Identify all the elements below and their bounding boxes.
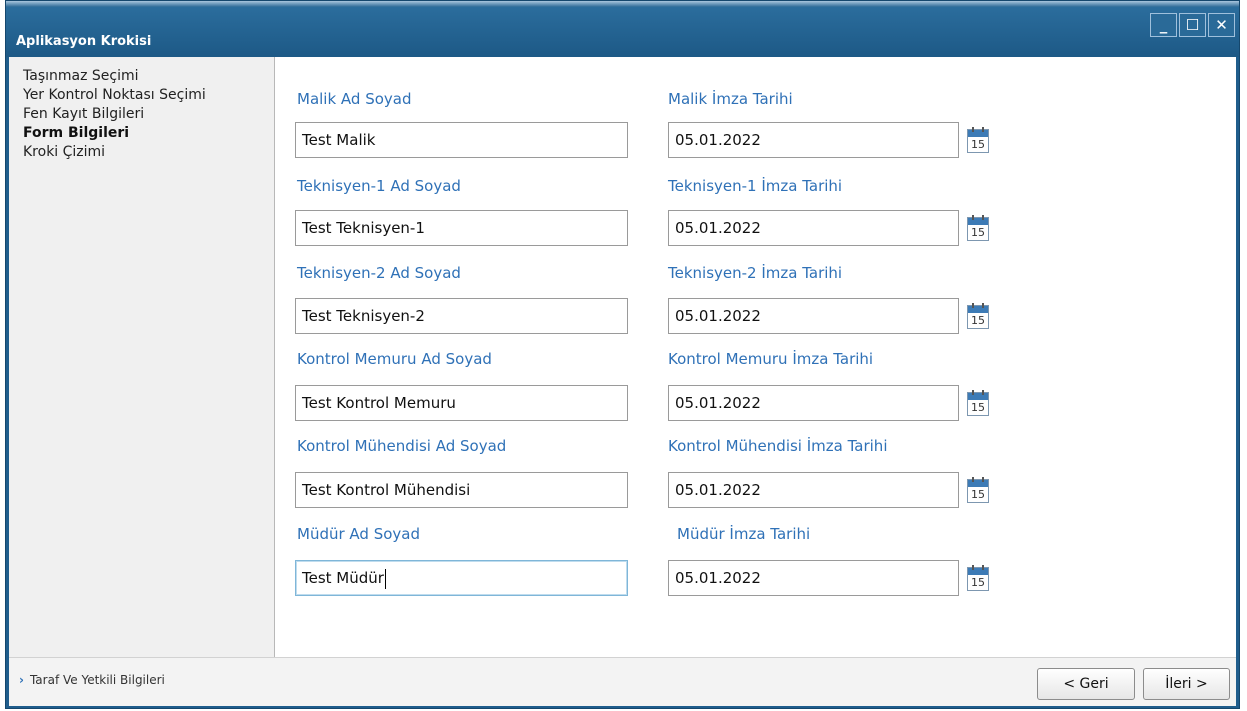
sidebar-item-yer-kontrol-noktasi-secimi[interactable]: Yer Kontrol Noktası Seçimi [9, 86, 274, 105]
footer-link-label: Taraf Ve Yetkili Bilgileri [29, 673, 165, 687]
malik-name-label: Malik Ad Soyad [297, 90, 412, 108]
calendar-icon-number: 15 [971, 138, 985, 151]
back-button[interactable]: < Geri [1037, 668, 1135, 700]
minimize-button[interactable]: _ [1150, 13, 1177, 37]
close-button[interactable]: ✕ [1208, 13, 1235, 37]
taraf-ve-yetkili-bilgileri-link[interactable]: › Taraf Ve Yetkili Bilgileri [19, 673, 165, 687]
dialog-body: Taşınmaz Seçimi Yer Kontrol Noktası Seçi… [9, 57, 1236, 657]
calendar-icon[interactable]: 15 [967, 303, 989, 329]
dialog-footer: › Taraf Ve Yetkili Bilgileri < Geri İleri… [9, 657, 1236, 706]
calendar-icon-number: 15 [971, 576, 985, 589]
calendar-icon[interactable]: 15 [967, 565, 989, 591]
malik-name-input[interactable]: Test Malik [295, 122, 628, 158]
teknisyen1-date-label: Teknisyen-1 İmza Tarihi [668, 177, 843, 195]
title-bar[interactable]: Aplikasyon Krokisi _ ☐ ✕ [6, 7, 1239, 57]
teknisyen2-date-label: Teknisyen-2 İmza Tarihi [668, 264, 843, 282]
calendar-icon[interactable]: 15 [967, 215, 989, 241]
teknisyen1-name-label: Teknisyen-1 Ad Soyad [297, 177, 461, 195]
kontrol-muhendisi-name-label: Kontrol Mühendisi Ad Soyad [297, 437, 507, 455]
malik-date-input[interactable]: 05.01.2022 [668, 122, 959, 158]
form-content: Malik Ad Soyad Test Malik Malik İmza Tar… [275, 57, 1236, 657]
kontrol-memuru-date-label: Kontrol Memuru İmza Tarihi [668, 350, 874, 368]
next-button[interactable]: İleri > [1143, 668, 1230, 700]
calendar-icon[interactable]: 15 [967, 390, 989, 416]
mudur-date-input[interactable]: 05.01.2022 [668, 560, 959, 596]
kontrol-memuru-date-input[interactable]: 05.01.2022 [668, 385, 959, 421]
teknisyen1-date-input[interactable]: 05.01.2022 [668, 210, 959, 246]
calendar-icon-number: 15 [971, 488, 985, 501]
calendar-icon-number: 15 [971, 401, 985, 414]
calendar-icon[interactable]: 15 [967, 477, 989, 503]
malik-date-label: Malik İmza Tarihi [668, 90, 793, 108]
mudur-date-label: Müdür İmza Tarihi [677, 525, 811, 543]
calendar-icon-number: 15 [971, 226, 985, 239]
mudur-name-label: Müdür Ad Soyad [297, 525, 420, 543]
text-caret [384, 568, 386, 589]
maximize-button[interactable]: ☐ [1179, 13, 1206, 37]
sidebar-item-form-bilgileri[interactable]: Form Bilgileri [9, 124, 274, 143]
dialog-window: Aplikasyon Krokisi _ ☐ ✕ Taşınmaz Seçimi… [5, 0, 1240, 709]
kontrol-muhendisi-name-input[interactable]: Test Kontrol Mühendisi [295, 472, 628, 508]
kontrol-memuru-name-input[interactable]: Test Kontrol Memuru [295, 385, 628, 421]
teknisyen1-name-input[interactable]: Test Teknisyen-1 [295, 210, 628, 246]
mudur-name-input[interactable]: Test Müdür [295, 560, 628, 596]
calendar-icon[interactable]: 15 [967, 127, 989, 153]
window-controls: _ ☐ ✕ [1150, 13, 1235, 37]
wizard-step-sidebar: Taşınmaz Seçimi Yer Kontrol Noktası Seçi… [9, 57, 275, 657]
teknisyen2-name-label: Teknisyen-2 Ad Soyad [297, 264, 461, 282]
sidebar-item-kroki-cizimi[interactable]: Kroki Çizimi [9, 143, 274, 162]
sidebar-item-tasinmaz-secimi[interactable]: Taşınmaz Seçimi [9, 67, 274, 86]
calendar-icon-number: 15 [971, 314, 985, 327]
kontrol-muhendisi-date-label: Kontrol Mühendisi İmza Tarihi [668, 437, 888, 455]
kontrol-muhendisi-date-input[interactable]: 05.01.2022 [668, 472, 959, 508]
sidebar-item-fen-kayit-bilgileri[interactable]: Fen Kayıt Bilgileri [9, 105, 274, 124]
window-title: Aplikasyon Krokisi [16, 34, 152, 49]
chevron-right-icon: › [19, 673, 24, 687]
teknisyen2-date-input[interactable]: 05.01.2022 [668, 298, 959, 334]
kontrol-memuru-name-label: Kontrol Memuru Ad Soyad [297, 350, 492, 368]
mudur-name-value: Test Müdür [302, 569, 384, 587]
teknisyen2-name-input[interactable]: Test Teknisyen-2 [295, 298, 628, 334]
